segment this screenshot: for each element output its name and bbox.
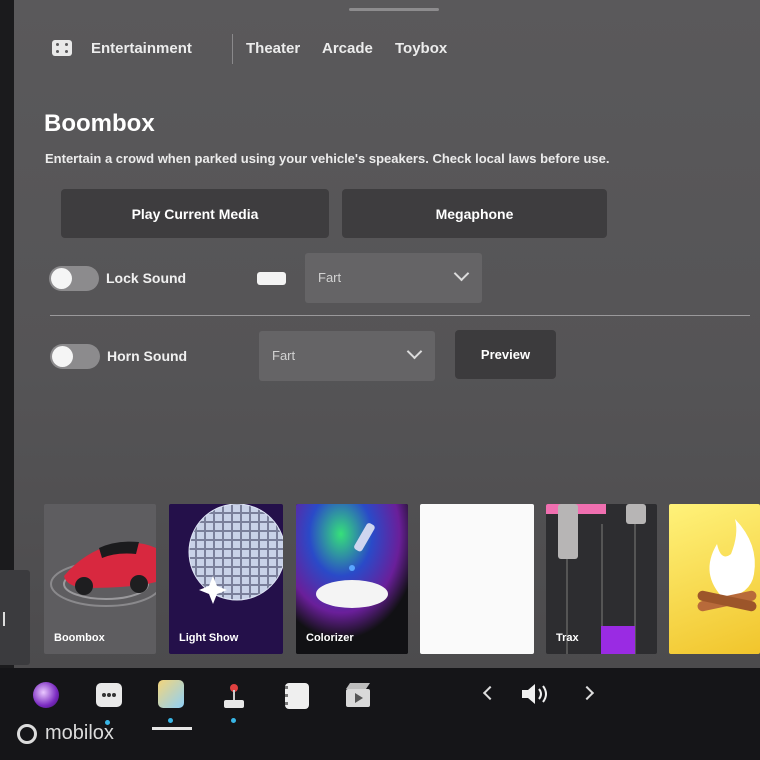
entertainment-nav: Entertainment Theater Arcade Toybox [14,34,760,64]
mobilox-logo-icon [17,724,37,744]
horn-sound-toggle[interactable] [50,344,100,369]
page-description: Entertain a crowd when parked using your… [45,151,610,166]
drag-handle[interactable] [349,8,439,11]
notification-dot [168,718,173,723]
notepad-icon[interactable] [285,683,309,709]
tile-trax[interactable]: Trax [546,504,657,654]
volume-down-chevron-icon[interactable] [482,685,498,701]
notification-dot [231,718,236,723]
tile-blank[interactable] [420,504,534,654]
side-panel-marker [3,612,5,626]
tab-toybox[interactable]: Toybox [395,40,447,57]
megaphone-button[interactable]: Megaphone [342,189,607,238]
lock-sound-indicator [257,272,286,285]
lock-sound-label: Lock Sound [106,270,187,286]
entertainment-icon [52,40,72,56]
lock-sound-select[interactable]: Fart [305,253,482,303]
toybox-tiles: Boombox Light Show Colorizer Trax [14,504,760,656]
tile-romance[interactable] [669,504,760,654]
tile-light-show[interactable]: Light Show [169,504,283,654]
lock-sound-selected: Fart [318,270,342,285]
chevron-down-icon [453,265,470,282]
theater-icon[interactable] [345,682,371,708]
section-divider [50,315,750,316]
tile-label: Trax [556,632,579,644]
toggle-knob [51,268,72,289]
watermark: mobilox [45,722,114,744]
toybox-icon[interactable] [158,680,184,708]
entertainment-screen: Entertainment Theater Arcade Toybox Boom… [14,0,760,668]
play-current-media-button[interactable]: Play Current Media [61,189,329,238]
nav-divider [232,34,233,64]
preview-button[interactable]: Preview [455,330,556,379]
chevron-down-icon [406,343,423,360]
tab-theater[interactable]: Theater [246,40,300,57]
side-panel-edge[interactable] [0,570,30,665]
tile-boombox[interactable]: Boombox [44,504,156,654]
more-icon[interactable] [96,683,122,707]
tile-label: Colorizer [306,632,354,644]
nav-entertainment[interactable]: Entertainment [91,40,192,57]
horn-sound-selected: Fart [272,348,296,363]
lock-sound-toggle[interactable] [49,266,99,291]
arcade-joystick-icon[interactable] [221,682,247,710]
tile-label: Light Show [179,632,239,644]
bottom-dock [0,668,760,760]
volume-up-chevron-icon[interactable] [579,685,595,701]
active-app-underline [152,727,192,730]
tab-arcade[interactable]: Arcade [322,40,373,57]
horn-sound-select[interactable]: Fart [259,331,435,381]
horn-sound-label: Horn Sound [107,348,188,364]
toggle-knob [52,346,73,367]
tile-colorizer[interactable]: Colorizer [296,504,408,654]
speaker-icon[interactable] [520,681,554,707]
page-title: Boombox [44,110,155,137]
orb-icon[interactable] [33,682,59,708]
campfire-icon [697,519,757,612]
tile-label: Boombox [54,632,105,644]
